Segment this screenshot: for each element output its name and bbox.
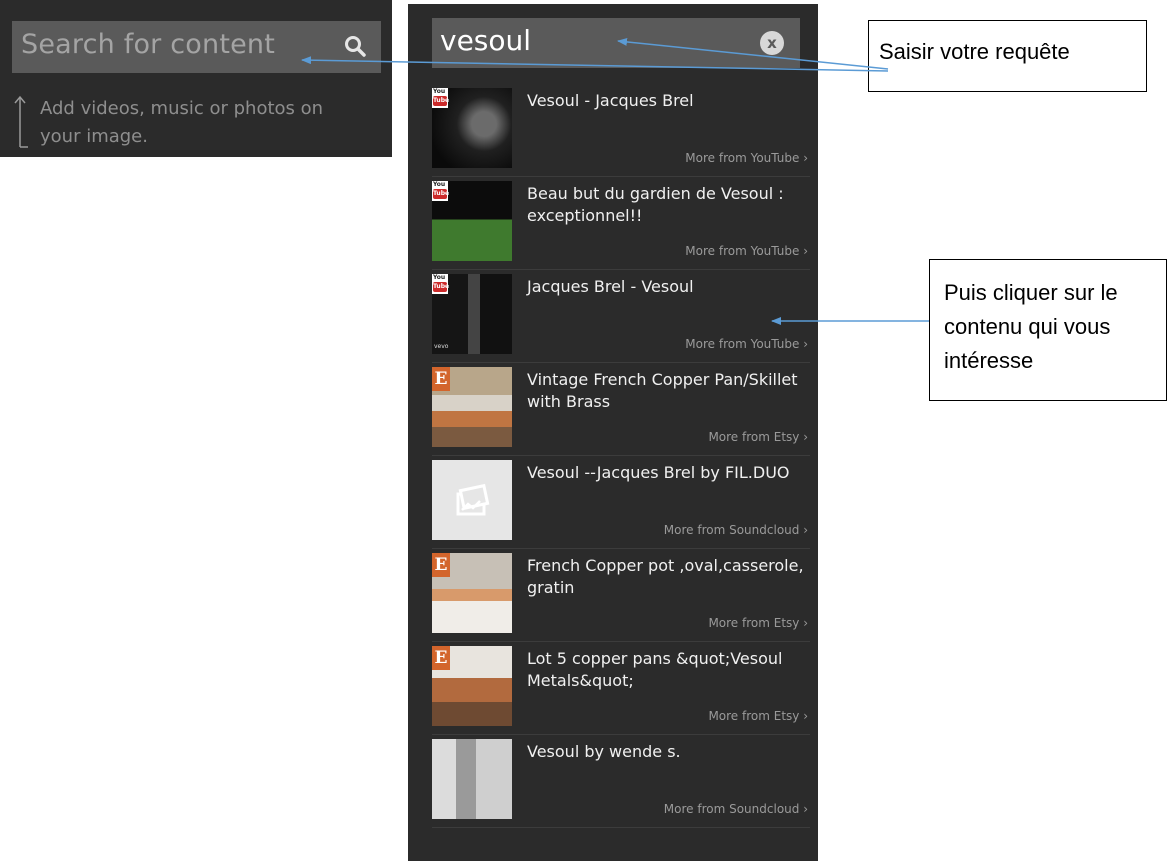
result-title: Vesoul - Jacques Brel [527,91,694,110]
video-thumbnail: You Tube [432,181,512,261]
list-item[interactable]: E Vintage French Copper Pan/Skillet with… [432,363,810,456]
list-item[interactable]: You Tube Vesoul - Jacques Brel More from … [432,84,810,177]
more-from-link[interactable]: More from Etsy › [708,430,808,444]
result-title: Lot 5 copper pans &quot;Vesoul Metals&qu… [527,649,783,690]
result-title: Vintage French Copper Pan/Skillet with B… [527,370,798,411]
audio-thumbnail [432,460,512,540]
search-results-panel: vesoul x You Tube Vesoul - Jacques Brel M… [408,4,818,861]
etsy-logo-icon: E [432,367,450,391]
product-thumbnail: E [432,553,512,633]
more-from-link[interactable]: More from YouTube › [685,337,808,351]
more-from-link[interactable]: More from Etsy › [708,616,808,630]
list-item[interactable]: Vesoul by wende s. More from Soundcloud … [432,735,810,828]
list-item[interactable]: You Tube Beau but du gardien de Vesoul : … [432,177,810,270]
result-title: Vesoul --Jacques Brel by FIL.DUO [527,463,790,482]
product-thumbnail: E [432,646,512,726]
youtube-logo-icon: You Tube [432,181,449,201]
up-arrow-icon [14,95,28,148]
video-thumbnail: You Tube [432,88,512,168]
youtube-logo-icon: You Tube [432,88,449,108]
more-from-link[interactable]: More from Soundcloud › [664,523,808,537]
list-item[interactable]: E Lot 5 copper pans &quot;Vesoul Metals&… [432,642,810,735]
search-placeholder: Search for content [21,29,276,60]
callout-text: Saisir votre requête [879,39,1070,64]
youtube-logo-icon: You Tube [432,274,449,294]
result-title: Jacques Brel - Vesoul [527,277,694,296]
search-query: vesoul [440,24,532,57]
vevo-caption: vevo [434,343,449,350]
result-list: You Tube Vesoul - Jacques Brel More from … [432,84,810,828]
result-title: French Copper pot ,oval,casserole, grati… [527,556,804,597]
list-item[interactable]: You Tube vevo Jacques Brel - Vesoul More … [432,270,810,363]
more-from-link[interactable]: More from YouTube › [685,151,808,165]
etsy-logo-icon: E [432,646,450,670]
result-title: Vesoul by wende s. [527,742,681,761]
callout-click-content: Puis cliquer sur le contenu qui vous int… [929,259,1167,401]
image-placeholder-icon [456,483,490,516]
result-title: Beau but du gardien de Vesoul : exceptio… [527,184,784,225]
list-item[interactable]: Vesoul --Jacques Brel by FIL.DUO More fr… [432,456,810,549]
hint-text: Add videos, music or photos on your imag… [40,98,324,147]
search-input[interactable]: Search for content [12,21,381,73]
audio-thumbnail [432,739,512,819]
video-thumbnail: You Tube vevo [432,274,512,354]
empty-search-panel: Search for content Add videos, music or … [0,0,392,157]
more-from-link[interactable]: More from Etsy › [708,709,808,723]
etsy-logo-icon: E [432,553,450,577]
search-icon[interactable] [344,35,366,57]
more-from-link[interactable]: More from Soundcloud › [664,802,808,816]
callout-enter-query: Saisir votre requête [868,20,1147,92]
callout-text: Puis cliquer sur le contenu qui vous int… [944,280,1118,373]
tutorial-canvas: Search for content Add videos, music or … [0,0,1169,861]
product-thumbnail: E [432,367,512,447]
search-input-filled[interactable]: vesoul x [432,18,800,68]
list-item[interactable]: E French Copper pot ,oval,casserole, gra… [432,549,810,642]
more-from-link[interactable]: More from YouTube › [685,244,808,258]
clear-icon[interactable]: x [760,31,784,55]
